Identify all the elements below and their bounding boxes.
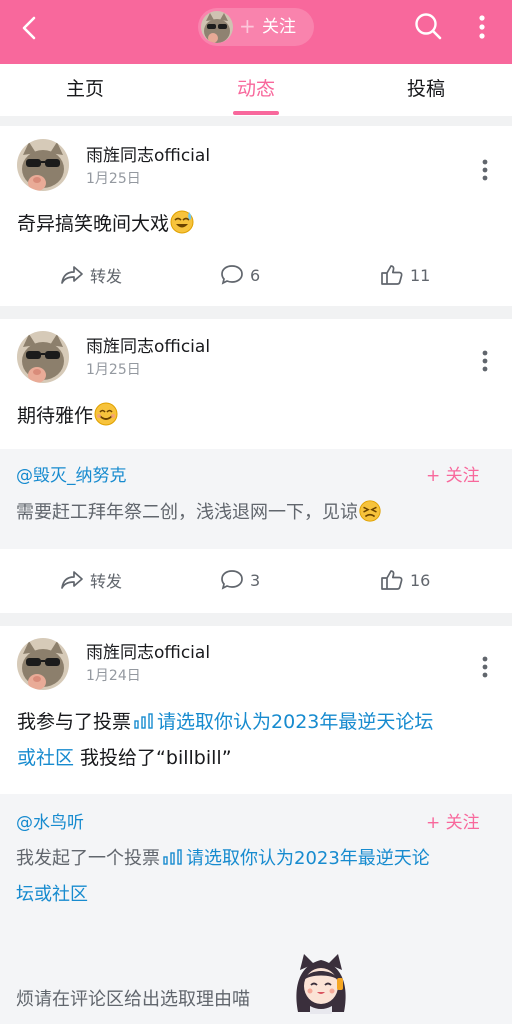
repost-label: 转发 bbox=[90, 267, 123, 286]
comment-count: 3 bbox=[250, 570, 261, 590]
post-text: 期待雅作 bbox=[17, 398, 493, 439]
search-icon[interactable] bbox=[412, 10, 444, 42]
post-date: 1月24日 bbox=[86, 668, 141, 684]
comment-bubble-icon bbox=[221, 265, 243, 285]
share-arrow-icon bbox=[61, 266, 83, 284]
like-button[interactable]: 16 bbox=[380, 567, 430, 593]
comment-count: 6 bbox=[250, 265, 261, 285]
post-date: 1月25日 bbox=[86, 362, 141, 378]
anime-girl-sticker-icon bbox=[296, 954, 346, 1014]
quoted-text-tail: 烦请在评论区给出选取理由喵 bbox=[16, 989, 250, 1010]
author-name[interactable]: 雨旌同志official bbox=[86, 336, 210, 358]
quoted-text: 需要赶工拜年祭二创，浅浅退网一下，见谅 bbox=[16, 495, 494, 536]
more-vertical-icon[interactable] bbox=[470, 12, 494, 42]
post-date: 1月25日 bbox=[86, 171, 141, 187]
persevering-emoji-icon bbox=[358, 499, 382, 536]
author-name[interactable]: 雨旌同志official bbox=[86, 642, 210, 664]
quoted-username[interactable]: @毁灭_纳努克 bbox=[16, 465, 127, 487]
vote-link[interactable]: 请选取你认为2023年最逆天论坛 bbox=[157, 711, 433, 733]
post-menu-icon[interactable] bbox=[474, 156, 496, 184]
tab-submissions[interactable]: 投稿 bbox=[376, 76, 476, 102]
top-bar: + 关注 bbox=[0, 0, 512, 64]
quoted-post[interactable]: @毁灭_纳努克 + 关注 需要赶工拜年祭二创，浅浅退网一下，见谅 bbox=[0, 449, 512, 549]
quoted-text: 我发起了一个投票 请选取你认为2023年最逆天论 坛或社区 bbox=[16, 841, 494, 913]
thumbs-up-icon bbox=[381, 570, 403, 590]
vote-suffix: 我投给了“billbill” bbox=[74, 747, 232, 769]
repost-button[interactable]: 转发 bbox=[60, 262, 122, 288]
post-text: 奇异搞笑晚间大戏 bbox=[17, 206, 493, 247]
quoted-vote-link[interactable]: 请选取你认为2023年最逆天论 bbox=[186, 848, 430, 869]
tab-bar: 主页 动态 投稿 bbox=[0, 64, 512, 116]
post-text-content: 期待雅作 bbox=[17, 405, 94, 427]
quoted-text-content: 需要赶工拜年祭二创，浅浅退网一下，见谅 bbox=[16, 502, 358, 523]
vote-bars-icon bbox=[163, 849, 182, 865]
repost-button[interactable]: 转发 bbox=[60, 567, 122, 593]
header-avatar bbox=[201, 11, 233, 43]
smile-emoji-icon bbox=[93, 401, 119, 439]
quoted-vote-link-continued[interactable]: 坛或社区 bbox=[16, 884, 88, 905]
quoted-follow-button[interactable]: + 关注 bbox=[426, 812, 480, 834]
header-follow-capsule[interactable]: + 关注 bbox=[198, 8, 314, 46]
like-button[interactable]: 11 bbox=[380, 262, 430, 288]
post-card[interactable]: 雨旌同志official 1月25日 奇异搞笑晚间大戏 转发 6 11 bbox=[0, 126, 512, 306]
comment-button[interactable]: 6 bbox=[220, 262, 260, 288]
post-text-content: 奇异搞笑晚间大戏 bbox=[17, 213, 170, 235]
header-follow-plus: + bbox=[239, 14, 256, 38]
post-card[interactable]: 雨旌同志official 1月24日 我参与了投票 请选取你认为2023年最逆天论… bbox=[0, 626, 512, 1024]
quoted-post[interactable]: @水鸟听 + 关注 我发起了一个投票 请选取你认为2023年最逆天论 坛或社区 烦… bbox=[0, 794, 512, 1024]
repost-label: 转发 bbox=[90, 572, 123, 591]
like-count: 16 bbox=[410, 570, 431, 590]
thumbs-up-icon bbox=[381, 265, 403, 285]
sweat-smile-emoji-icon bbox=[169, 209, 195, 247]
back-arrow-icon[interactable] bbox=[14, 12, 46, 44]
vote-link-continued[interactable]: 或社区 bbox=[17, 747, 74, 769]
comment-bubble-icon bbox=[221, 570, 243, 590]
post-text: 我参与了投票 请选取你认为2023年最逆天论坛 或社区 我投给了“billbill… bbox=[17, 704, 493, 776]
avatar[interactable] bbox=[17, 331, 69, 383]
comment-button[interactable]: 3 bbox=[220, 567, 260, 593]
quoted-username[interactable]: @水鸟听 bbox=[16, 812, 84, 834]
author-name[interactable]: 雨旌同志official bbox=[86, 145, 210, 167]
active-tab-indicator bbox=[233, 111, 279, 115]
quoted-vote-prefix: 我发起了一个投票 bbox=[16, 848, 160, 869]
like-count: 11 bbox=[410, 265, 431, 285]
avatar[interactable] bbox=[17, 638, 69, 690]
vote-bars-icon bbox=[134, 713, 153, 729]
tab-home[interactable]: 主页 bbox=[35, 76, 135, 102]
vote-prefix: 我参与了投票 bbox=[17, 711, 132, 733]
avatar[interactable] bbox=[17, 139, 69, 191]
share-arrow-icon bbox=[61, 571, 83, 589]
header-follow-label: 关注 bbox=[262, 17, 296, 37]
quoted-follow-button[interactable]: + 关注 bbox=[426, 465, 480, 487]
post-menu-icon[interactable] bbox=[474, 347, 496, 375]
post-card[interactable]: 雨旌同志official 1月25日 期待雅作 @毁灭_纳努克 + 关注 需要赶… bbox=[0, 319, 512, 613]
post-menu-icon[interactable] bbox=[474, 653, 496, 681]
tab-dynamics[interactable]: 动态 bbox=[206, 76, 306, 102]
